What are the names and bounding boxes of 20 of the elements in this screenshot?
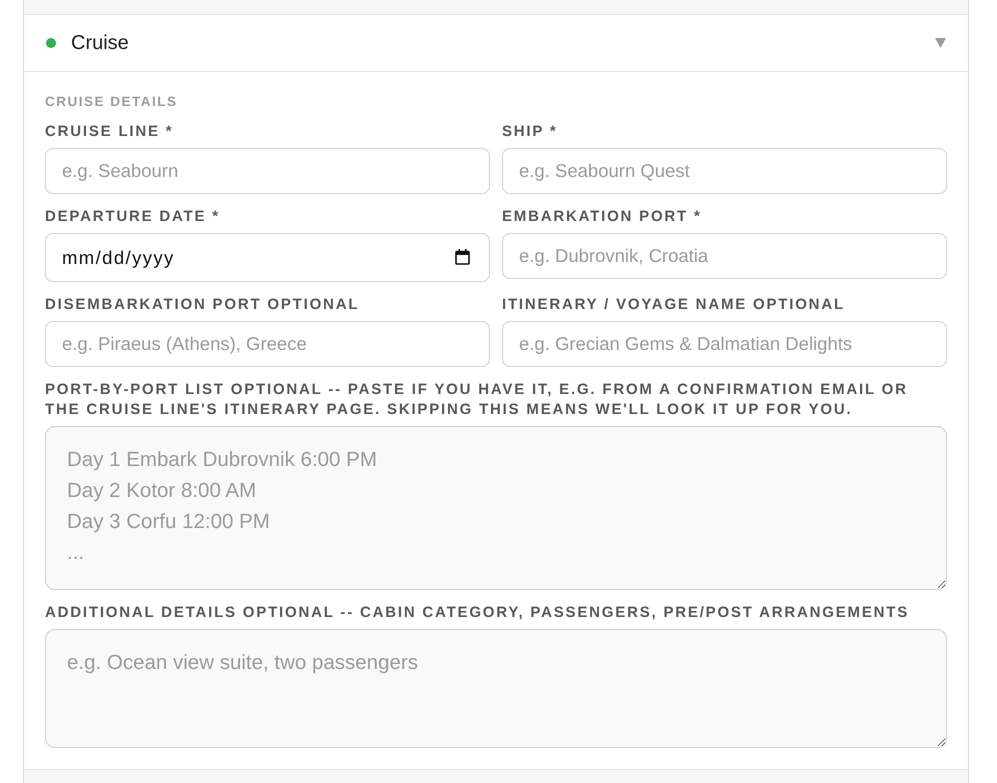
text-field[interactable]: e.g. Grecian Gems & Dalmatian Delights	[502, 321, 947, 367]
field-label: PORT-BY-PORT LIST OPTIONAL -- PASTE IF YOU HAVE IT, E.G. FROM A CONFIRMATION EMAIL OR THE CRUISE LINE'S ITINERARY PAGE. SKIPPING THIS MEANS WE'LL LOOK IT UP FOR YOU.	[45, 380, 909, 420]
group-heading: CRUISE DETAILS	[45, 93, 179, 111]
text-field[interactable]: e.g. Seabourn Quest	[502, 148, 947, 194]
field-label: SHIP *	[502, 122, 559, 142]
field-label: CRUISE LINE *	[45, 122, 174, 142]
field-label: ITINERARY / VOYAGE NAME OPTIONAL	[502, 295, 846, 315]
text-area[interactable]: e.g. Ocean view suite, two passengers	[45, 629, 947, 748]
field-label: ADDITIONAL DETAILS OPTIONAL -- CABIN CATEGORY, PASSENGERS, PRE/POST ARRANGEMENTS	[45, 603, 910, 623]
text-field[interactable]: e.g. Dubrovnik, Croatia	[502, 233, 947, 279]
section-title[interactable]: Cruise	[71, 31, 129, 55]
calendar-icon[interactable]	[455, 249, 470, 265]
text-field[interactable]: e.g. Piraeus (Athens), Greece	[45, 321, 490, 367]
date-field[interactable]: mm/dd/yyyy	[45, 233, 490, 282]
caret-icon[interactable]	[935, 38, 946, 48]
text-area[interactable]: Day 1 Embark Dubrovnik 6:00 PM Day 2 Kotor 8:00 AM Day 3 Corfu 12:00 PM ...	[45, 426, 947, 590]
field-label: EMBARKATION PORT *	[502, 207, 703, 227]
field-label: DISEMBARKATION PORT OPTIONAL	[45, 295, 360, 315]
text-field[interactable]: e.g. Seabourn	[45, 148, 490, 194]
field-label: DEPARTURE DATE *	[45, 207, 221, 227]
